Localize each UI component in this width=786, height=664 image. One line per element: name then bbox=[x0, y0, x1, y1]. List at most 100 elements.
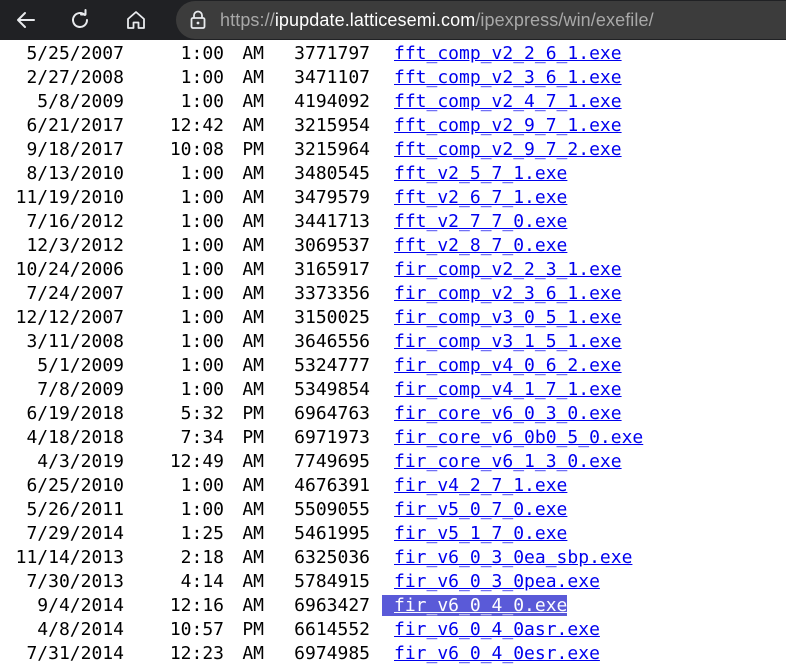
file-date: 4/18/2018 bbox=[26, 427, 124, 448]
file-meta: 5/1/2009 1:00 AM 5324777 bbox=[0, 354, 382, 378]
file-date: 5/8/2009 bbox=[37, 91, 124, 112]
lock-icon bbox=[190, 10, 206, 29]
file-link[interactable]: fir_comp_v4_0_6_2.exe bbox=[382, 355, 622, 376]
file-link[interactable]: fir_comp_v3_1_5_1.exe bbox=[382, 331, 622, 352]
file-link[interactable]: fir_comp_v2_3_6_1.exe bbox=[382, 283, 622, 304]
file-link[interactable]: fir_core_v6_1_3_0.exe bbox=[382, 451, 622, 472]
file-size: 3373356 bbox=[294, 283, 370, 304]
file-time: 1:00 bbox=[180, 235, 224, 256]
file-row: 6/21/2017 12:42 AM 3215954 fft_comp_v2_9_7_1… bbox=[0, 114, 643, 138]
file-link[interactable]: fft_comp_v2_2_6_1.exe bbox=[382, 43, 622, 64]
file-size: 3480545 bbox=[294, 163, 370, 184]
file-row: 7/31/2014 12:23 AM 6974985 fir_v6_0_4_0esr.e… bbox=[0, 642, 643, 664]
file-time: 1:00 bbox=[180, 475, 224, 496]
reload-button[interactable] bbox=[52, 0, 108, 40]
file-meta: 7/31/2014 12:23 AM 6974985 bbox=[0, 642, 382, 664]
address-bar[interactable]: https://ipupdate.latticesemi.com/ipexpre… bbox=[176, 1, 786, 39]
site-info-button[interactable] bbox=[176, 1, 220, 39]
back-button[interactable] bbox=[0, 0, 52, 40]
file-link[interactable]: fir_v6_0_4_0esr.exe bbox=[382, 643, 600, 664]
file-row: 4/18/2018 7:34 PM 6971973 fir_core_v6_0b0_5_… bbox=[0, 426, 643, 450]
home-button[interactable] bbox=[108, 0, 164, 40]
file-row: 2/27/2008 1:00 AM 3471107 fft_comp_v2_3_6_1.… bbox=[0, 66, 643, 90]
file-meta: 6/19/2018 5:32 PM 6964763 bbox=[0, 402, 382, 426]
file-date: 7/24/2007 bbox=[26, 283, 124, 304]
file-link[interactable]: fir_v6_0_4_0asr.exe bbox=[382, 619, 600, 640]
file-time: 10:08 bbox=[169, 139, 224, 160]
file-row: 7/29/2014 1:25 AM 5461995 fir_v5_1_7_0.exe bbox=[0, 522, 643, 546]
file-size: 3771797 bbox=[294, 43, 370, 64]
file-link[interactable]: fir_core_v6_0_3_0.exe bbox=[382, 403, 622, 424]
file-meta: 7/24/2007 1:00 AM 3373356 bbox=[0, 282, 382, 306]
file-time: 12:16 bbox=[169, 595, 224, 616]
file-row: 6/25/2010 1:00 AM 4676391 fir_v4_2_7_1.exe bbox=[0, 474, 643, 498]
file-date: 12/3/2012 bbox=[26, 235, 124, 256]
file-row: 5/25/2007 1:00 AM 3771797 fft_comp_v2_2_6_1.… bbox=[0, 42, 643, 66]
file-row: 5/26/2011 1:00 AM 5509055 fir_v5_0_7_0.exe bbox=[0, 498, 643, 522]
file-link[interactable]: fft_comp_v2_9_7_1.exe bbox=[382, 115, 622, 136]
file-meta: 4/8/2014 10:57 PM 6614552 bbox=[0, 618, 382, 642]
file-date: 12/12/2007 bbox=[15, 307, 124, 328]
url-host: ipupdate.latticesemi.com bbox=[274, 9, 476, 30]
file-link[interactable]: fir_v5_1_7_0.exe bbox=[382, 523, 567, 544]
file-link[interactable]: fft_v2_6_7_1.exe bbox=[382, 187, 567, 208]
file-size: 5784915 bbox=[294, 571, 370, 592]
file-size: 3646556 bbox=[294, 331, 370, 352]
file-ampm: PM bbox=[242, 619, 264, 640]
file-meta: 6/25/2010 1:00 AM 4676391 bbox=[0, 474, 382, 498]
file-size: 6964763 bbox=[294, 403, 370, 424]
file-ampm: AM bbox=[242, 523, 264, 544]
file-row: 9/18/2017 10:08 PM 3215964 fft_comp_v2_9_7_2… bbox=[0, 138, 643, 162]
file-size: 7749695 bbox=[294, 451, 370, 472]
file-link[interactable]: fir_comp_v2_2_3_1.exe bbox=[382, 259, 622, 280]
file-link[interactable]: fir_core_v6_0b0_5_0.exe bbox=[382, 427, 643, 448]
file-ampm: AM bbox=[242, 259, 264, 280]
url-text[interactable]: https://ipupdate.latticesemi.com/ipexpre… bbox=[220, 10, 654, 31]
file-date: 3/11/2008 bbox=[26, 331, 124, 352]
file-row: 4/3/2019 12:49 AM 7749695 fir_core_v6_1_3_0.… bbox=[0, 450, 643, 474]
file-link[interactable]: fft_comp_v2_4_7_1.exe bbox=[382, 91, 622, 112]
file-date: 6/19/2018 bbox=[26, 403, 124, 424]
file-link[interactable]: fir_v5_0_7_0.exe bbox=[382, 499, 567, 520]
directory-listing-page: 5/25/2007 1:00 AM 3771797 fft_comp_v2_2_6_1.… bbox=[0, 40, 786, 664]
file-size: 5324777 bbox=[294, 355, 370, 376]
file-date: 9/4/2014 bbox=[37, 595, 124, 616]
file-date: 4/3/2019 bbox=[37, 451, 124, 472]
file-size: 3150025 bbox=[294, 307, 370, 328]
file-link[interactable]: fft_v2_7_7_0.exe bbox=[382, 211, 567, 232]
file-size: 5349854 bbox=[294, 379, 370, 400]
file-ampm: AM bbox=[242, 643, 264, 664]
reload-icon bbox=[72, 9, 88, 28]
file-ampm: AM bbox=[242, 283, 264, 304]
file-row: 7/24/2007 1:00 AM 3373356 fir_comp_v2_3_6_1.… bbox=[0, 282, 643, 306]
file-meta: 8/13/2010 1:00 AM 3480545 bbox=[0, 162, 382, 186]
arrow-left-icon bbox=[17, 12, 35, 28]
file-link[interactable]: fft_v2_8_7_0.exe bbox=[382, 235, 567, 256]
file-link[interactable]: fir_v6_0_3_0pea.exe bbox=[382, 571, 600, 592]
file-row: 4/8/2014 10:57 PM 6614552 fir_v6_0_4_0asr.ex… bbox=[0, 618, 643, 642]
file-link[interactable]: fir_v4_2_7_1.exe bbox=[382, 475, 567, 496]
file-link[interactable]: fir_v6_0_4_0.exe bbox=[382, 595, 568, 616]
file-date: 10/24/2006 bbox=[15, 259, 124, 280]
file-link[interactable]: fft_comp_v2_3_6_1.exe bbox=[382, 67, 622, 88]
file-ampm: AM bbox=[242, 571, 264, 592]
file-ampm: AM bbox=[242, 307, 264, 328]
file-size: 4676391 bbox=[294, 475, 370, 496]
file-link[interactable]: fft_v2_5_7_1.exe bbox=[382, 163, 567, 184]
file-ampm: AM bbox=[242, 43, 264, 64]
file-link[interactable]: fft_comp_v2_9_7_2.exe bbox=[382, 139, 622, 160]
file-link[interactable]: fir_comp_v3_0_5_1.exe bbox=[382, 307, 622, 328]
file-time: 1:25 bbox=[180, 523, 224, 544]
file-meta: 11/14/2013 2:18 AM 6325036 bbox=[0, 546, 382, 570]
file-time: 4:14 bbox=[180, 571, 224, 592]
file-row: 12/3/2012 1:00 AM 3069537 fft_v2_8_7_0.exe bbox=[0, 234, 643, 258]
file-meta: 7/16/2012 1:00 AM 3441713 bbox=[0, 210, 382, 234]
file-meta: 10/24/2006 1:00 AM 3165917 bbox=[0, 258, 382, 282]
file-ampm: AM bbox=[242, 115, 264, 136]
file-meta: 4/3/2019 12:49 AM 7749695 bbox=[0, 450, 382, 474]
file-time: 1:00 bbox=[180, 187, 224, 208]
file-row: 9/4/2014 12:16 AM 6963427 fir_v6_0_4_0.exe bbox=[0, 594, 643, 618]
file-link[interactable]: fir_comp_v4_1_7_1.exe bbox=[382, 379, 622, 400]
file-time: 1:00 bbox=[180, 163, 224, 184]
file-link[interactable]: fir_v6_0_3_0ea_sbp.exe bbox=[382, 547, 632, 568]
